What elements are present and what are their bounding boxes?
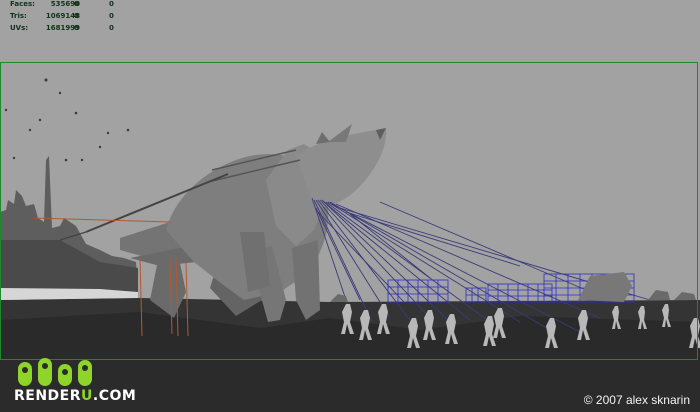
- logo-part: RENDER: [14, 388, 82, 404]
- renderu-logo-text: RENDERU.COM: [14, 388, 136, 404]
- logo-part-accent: U: [81, 388, 93, 404]
- 3d-viewport[interactable]: [0, 0, 700, 360]
- renderu-logo-icon: [18, 358, 92, 386]
- logo-part: .COM: [92, 388, 137, 404]
- copyright-notice: © 2007 alex sknarin: [583, 393, 690, 407]
